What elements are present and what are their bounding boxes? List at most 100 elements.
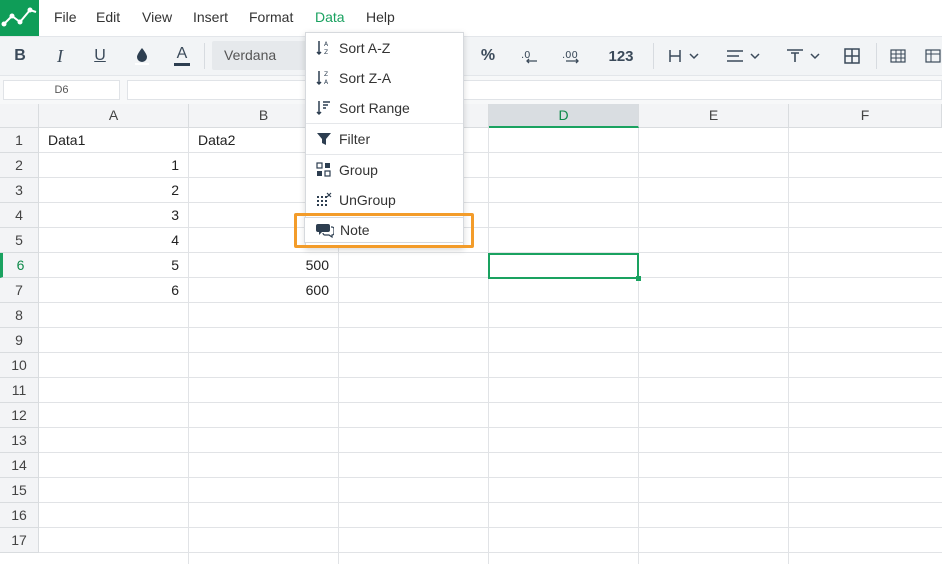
formula-input[interactable]	[127, 80, 942, 100]
svg-text:A: A	[324, 41, 329, 48]
column-header-a[interactable]: A	[39, 104, 189, 128]
row-header-3[interactable]: 3	[0, 178, 39, 203]
row-header-1[interactable]: 1	[0, 128, 39, 153]
menu-edit[interactable]: Edit	[96, 9, 120, 25]
font-family-select[interactable]: Verdana	[212, 41, 312, 70]
underline-button[interactable]: U	[88, 37, 112, 75]
svg-text:.00: .00	[562, 50, 578, 61]
row-header-14[interactable]: 14	[0, 453, 39, 478]
row-header-2[interactable]: 2	[0, 153, 39, 178]
row-header-5[interactable]: 5	[0, 228, 39, 253]
menu-item-ungroup[interactable]: UnGroup	[306, 185, 463, 215]
row-header-6[interactable]: 6	[0, 253, 39, 278]
menu-bar: File Edit View Insert Format Data Help	[0, 0, 942, 36]
group-icon	[315, 161, 333, 179]
cell-a3[interactable]: 2	[39, 178, 189, 203]
column-header-d[interactable]: D	[489, 104, 639, 128]
bold-button[interactable]: B	[8, 37, 32, 75]
table-icon	[890, 49, 906, 63]
svg-text:Z: Z	[324, 71, 328, 78]
cell-a4[interactable]: 3	[39, 203, 189, 228]
cell-b6[interactable]: 500	[189, 253, 339, 278]
menu-help[interactable]: Help	[366, 9, 395, 25]
toolbar-divider	[876, 43, 877, 69]
sort-az-icon: A Z	[315, 39, 333, 57]
row-header-8[interactable]: 8	[0, 303, 39, 328]
select-all-corner[interactable]	[0, 104, 39, 128]
row-header-10[interactable]: 10	[0, 353, 39, 378]
cell-name-box[interactable]: D6	[3, 80, 120, 100]
vertical-align-button[interactable]	[782, 37, 824, 75]
menu-item-label: UnGroup	[339, 192, 396, 208]
row-header-17[interactable]: 17	[0, 528, 39, 553]
row-header-15[interactable]: 15	[0, 478, 39, 503]
percent-format-button[interactable]: %	[476, 37, 500, 75]
menu-item-group[interactable]: Group	[306, 155, 463, 185]
menu-item-label: Note	[340, 222, 370, 238]
font-color-button[interactable]: A	[170, 37, 194, 75]
cell-a5[interactable]: 4	[39, 228, 189, 253]
svg-text:Z: Z	[324, 49, 328, 56]
row-header-4[interactable]: 4	[0, 203, 39, 228]
increase-decimal-button[interactable]: .00	[558, 37, 586, 75]
menu-item-label: Sort Range	[339, 100, 410, 116]
row-header-16[interactable]: 16	[0, 503, 39, 528]
cell-a6[interactable]: 5	[39, 253, 189, 278]
filter-icon	[315, 130, 333, 148]
menu-file[interactable]: File	[54, 9, 77, 25]
sort-za-icon: Z A	[315, 69, 333, 87]
cell-b7[interactable]: 600	[189, 278, 339, 303]
menu-format[interactable]: Format	[249, 9, 293, 25]
more-tools-button[interactable]	[924, 37, 942, 75]
horizontal-align-button[interactable]	[664, 37, 706, 75]
menu-item-label: Sort A-Z	[339, 40, 391, 56]
row-header-11[interactable]: 11	[0, 378, 39, 403]
menu-item-label: Group	[339, 162, 378, 178]
align-lines-icon	[727, 50, 760, 62]
table-button[interactable]	[886, 37, 910, 75]
italic-button[interactable]: I	[48, 37, 72, 75]
decrease-decimal-button[interactable]: .0	[517, 37, 543, 75]
menu-item-sort-range[interactable]: Sort Range	[306, 93, 463, 123]
row-header-12[interactable]: 12	[0, 403, 39, 428]
menu-item-label: Filter	[339, 131, 371, 147]
text-align-button[interactable]	[722, 37, 764, 75]
menu-data[interactable]: Data	[315, 9, 345, 25]
menu-item-sort-a-z[interactable]: A Z Sort A-Z	[306, 33, 463, 63]
vertical-align-top-icon	[787, 49, 820, 62]
selected-cell-d6[interactable]	[488, 253, 639, 279]
increase-decimal-icon: .00	[562, 50, 579, 64]
font-color-bar	[174, 63, 190, 66]
column-header-e[interactable]: E	[639, 104, 789, 128]
fill-color-button[interactable]	[130, 37, 154, 75]
cell-a7[interactable]: 6	[39, 278, 189, 303]
row-header-9[interactable]: 9	[0, 328, 39, 353]
decrease-decimal-icon: .0	[521, 50, 537, 64]
cell-a1[interactable]: Data1	[39, 128, 189, 153]
app-logo[interactable]	[0, 0, 39, 36]
paint-drop-icon	[135, 48, 149, 65]
number-format-button[interactable]: 123	[602, 37, 640, 75]
row-header-7[interactable]: 7	[0, 278, 39, 303]
row-header-13[interactable]: 13	[0, 428, 39, 453]
menu-item-label: Sort Z-A	[339, 70, 392, 86]
menu-item-note[interactable]: Note	[304, 217, 464, 243]
column-header-f[interactable]: F	[789, 104, 942, 128]
toolbar: B I U A Verdana % .0 .00 123	[0, 36, 942, 76]
table-icon	[925, 49, 941, 63]
sort-range-icon	[315, 99, 333, 117]
menu-insert[interactable]: Insert	[193, 9, 228, 25]
formula-bar: D6	[0, 76, 942, 104]
menu-item-filter[interactable]: Filter	[306, 124, 463, 154]
font-color-label: A	[176, 45, 188, 62]
note-icon	[316, 221, 334, 239]
fill-handle[interactable]	[636, 276, 641, 281]
logo-icon	[1, 7, 37, 27]
menu-item-sort-z-a[interactable]: Z A Sort Z-A	[306, 63, 463, 93]
menu-view[interactable]: View	[142, 9, 172, 25]
borders-icon	[844, 48, 860, 64]
borders-button[interactable]	[840, 37, 864, 75]
svg-text:A: A	[324, 79, 329, 86]
toolbar-divider	[653, 43, 654, 69]
cell-a2[interactable]: 1	[39, 153, 189, 178]
